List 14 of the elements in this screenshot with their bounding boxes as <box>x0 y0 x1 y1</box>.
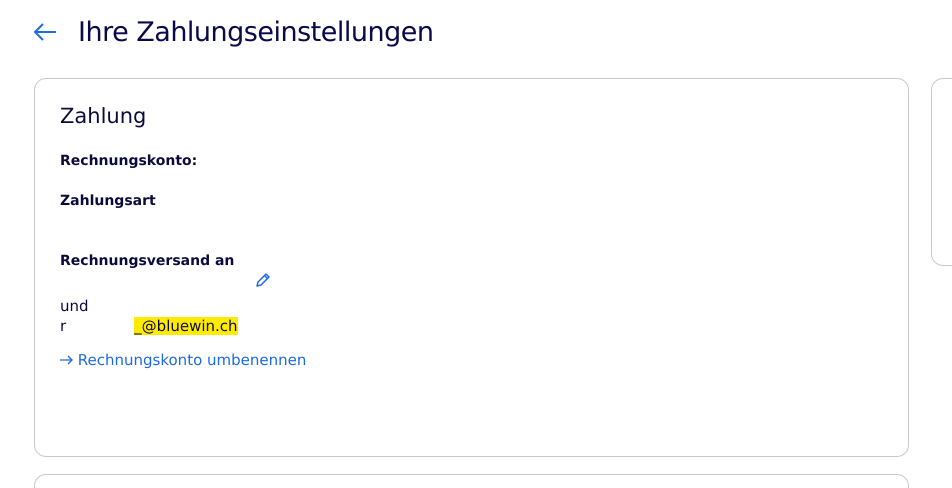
card-title: Zahlung <box>60 104 148 128</box>
email-text: r <box>60 317 66 335</box>
back-arrow-icon <box>32 22 58 42</box>
rename-account-link[interactable]: Rechnungskonto umbenennen <box>60 351 306 369</box>
edit-button[interactable] <box>254 271 272 289</box>
arrow-icon <box>60 355 73 365</box>
back-button[interactable] <box>32 22 58 42</box>
highlighted-email: _@bluewin.ch <box>134 317 238 335</box>
pencil-icon <box>254 271 272 289</box>
page-title: Ihre Zahlungseinstellungen <box>78 16 434 48</box>
account-label: Rechnungskonto: <box>60 153 198 169</box>
delivery-label: Rechnungsversand an <box>60 253 236 269</box>
conjunction-text: und <box>60 297 90 315</box>
payment-method-label: Zahlungsart <box>60 193 157 209</box>
